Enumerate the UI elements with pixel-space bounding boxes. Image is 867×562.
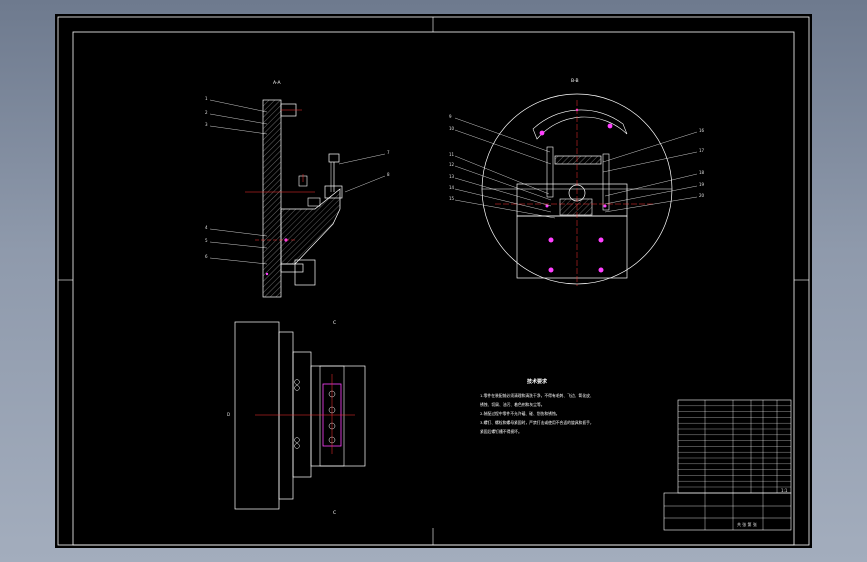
view-c-dim-label: D — [227, 412, 230, 417]
section-aa-view: A-A 1 2 3 4 5 6 7 8 — [205, 80, 390, 298]
callout-label: 3 — [205, 122, 208, 127]
tech-note-line: 2.装配过程中零件不允许磕、碰、划伤和锈蚀。 — [480, 411, 560, 416]
callout-label: 14 — [449, 185, 455, 190]
callout-label: 6 — [205, 254, 208, 259]
callout-label: 15 — [449, 196, 455, 201]
section-aa-label: A-A — [273, 80, 282, 86]
view-c-bottom-label: C — [333, 510, 336, 516]
parts-list-rows — [678, 405, 791, 488]
callout-label: 19 — [699, 182, 705, 187]
callout-label: 1 — [205, 96, 208, 101]
cad-drawing: A-A 1 2 3 4 5 6 7 8 C C D B-B 9 10 11 12… — [57, 16, 810, 546]
callout-label: 5 — [205, 238, 208, 243]
callout-label: 16 — [699, 128, 705, 133]
title-block-scale: 1:1 — [781, 488, 788, 493]
tech-note-line: 1.零件在装配前必须清理和清洗干净，不得有毛刺、飞边、氧化皮、 — [480, 393, 594, 398]
technical-notes: 技术要求 1.零件在装配前必须清理和清洗干净，不得有毛刺、飞边、氧化皮、 锈蚀、… — [480, 378, 594, 434]
inner-frame — [72, 31, 795, 546]
section-bb-view: B-B 9 10 11 12 13 14 15 16 17 18 19 20 — [449, 78, 705, 286]
callout-label: 20 — [699, 193, 705, 198]
callout-label: 8 — [387, 172, 390, 177]
callout-label: 4 — [205, 225, 208, 230]
callout-label: 18 — [699, 170, 705, 175]
callout-label: 17 — [699, 148, 705, 153]
tech-note-line: 3.螺钉、螺栓和螺母紧固时，严禁打击或使用不合适的旋具和扳手， — [480, 420, 594, 425]
tech-note-line: 紧固后螺钉槽不得损坏。 — [480, 429, 522, 434]
callout-label: 7 — [387, 150, 390, 155]
tech-notes-title: 技术要求 — [527, 378, 548, 385]
title-block-sheet: 共 张 第 张 — [737, 521, 757, 527]
callout-label: 10 — [449, 126, 455, 131]
title-block: 1:1 共 张 第 张 — [663, 399, 792, 531]
outer-frame — [57, 16, 810, 546]
tech-note-line: 锈蚀、切屑、油污、着色剂和灰尘等。 — [480, 402, 545, 407]
drawing-sheet: A-A 1 2 3 4 5 6 7 8 C C D B-B 9 10 11 12… — [55, 14, 812, 548]
callout-label: 9 — [449, 114, 452, 119]
callout-label: 2 — [205, 110, 208, 115]
section-bb-label: B-B — [571, 78, 579, 84]
callout-label: 11 — [449, 152, 455, 157]
callout-label: 12 — [449, 162, 455, 167]
view-c: C C D — [227, 320, 366, 516]
view-c-top-label: C — [333, 320, 336, 326]
callout-label: 13 — [449, 174, 455, 179]
